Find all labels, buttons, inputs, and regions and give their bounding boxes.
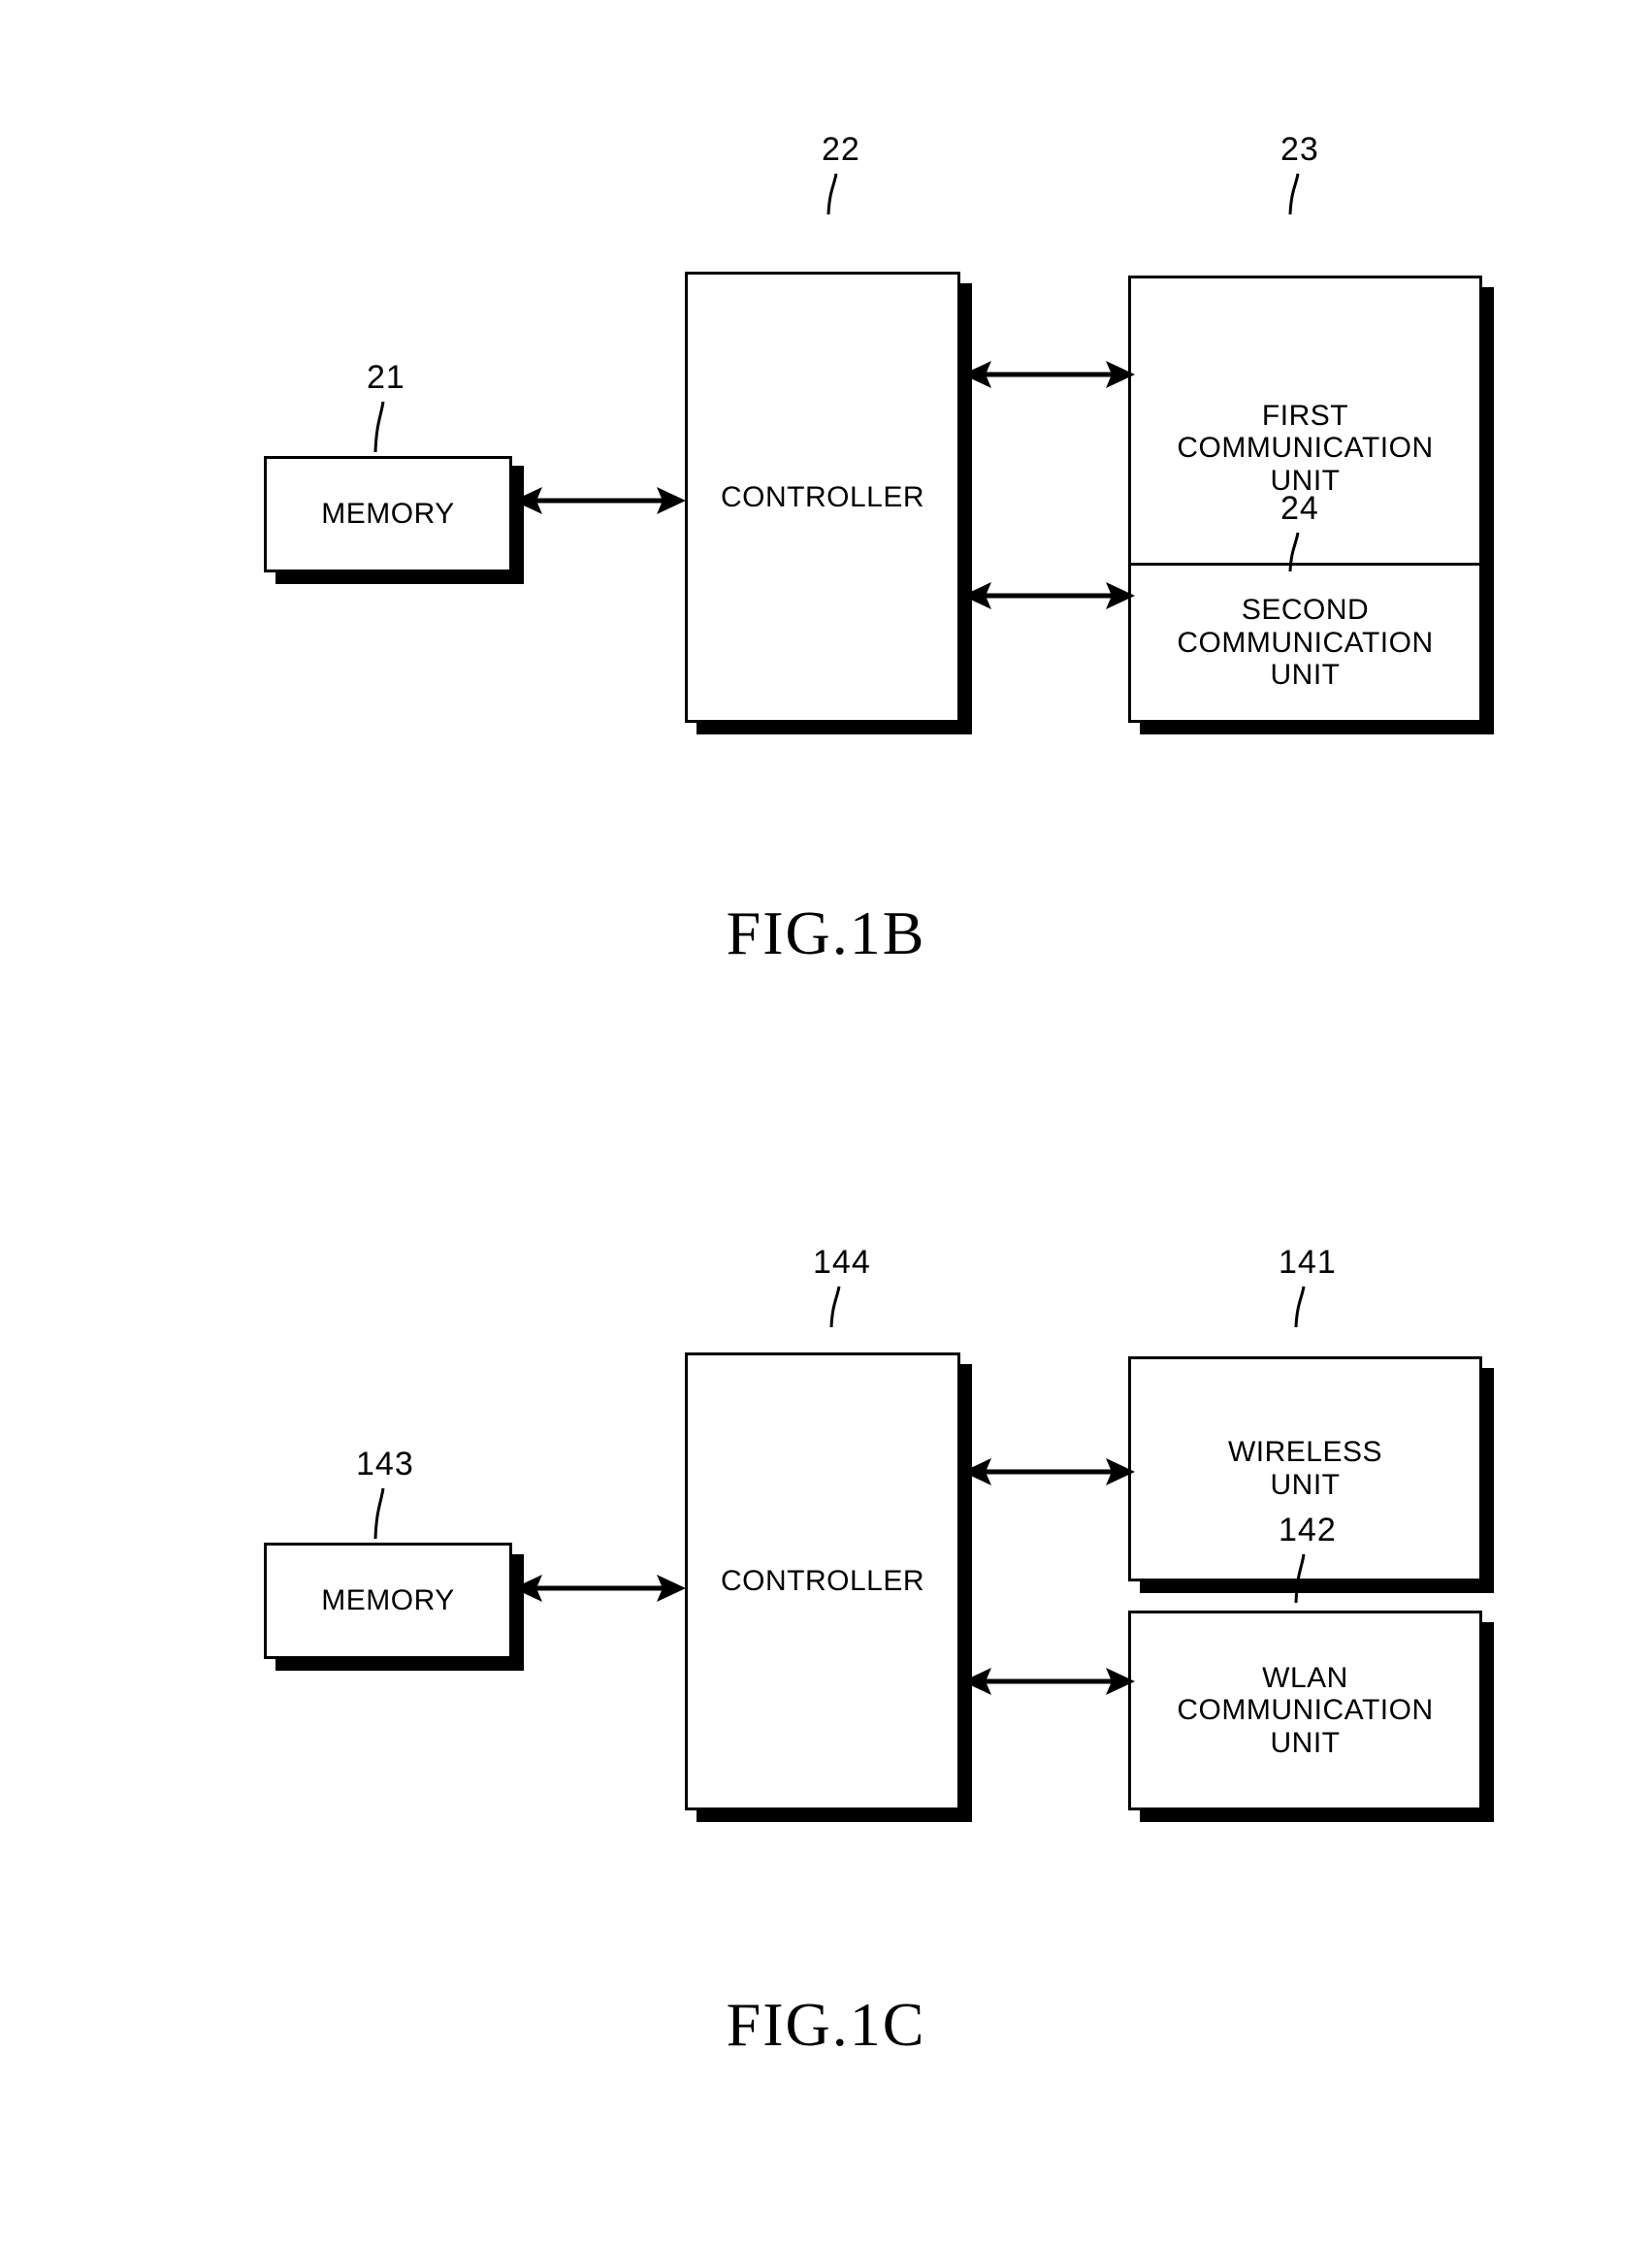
leader-line-22 [826,173,838,215]
figure-1b-caption: FIG.1B [726,898,926,967]
wlan-communication-unit-block[interactable]: WLAN COMMUNICATION UNIT [1128,1611,1482,1810]
connector-controller-second-communication-unit [962,582,1135,609]
figure-1b: 22 23 21 24 CONTROLLER MEMORY FIRST COMM… [0,0,1652,1067]
leader-line-141 [1294,1286,1306,1328]
figure-1c-caption: FIG.1C [726,1990,926,2059]
controller-block[interactable]: CONTROLLER [685,272,960,723]
reference-numeral-23: 23 [1280,131,1319,168]
controller-block-shadow-bottom-c [696,1810,972,1822]
wlan-communication-unit-label: WLAN COMMUNICATION UNIT [1177,1661,1434,1759]
connector-memory-controller-c [513,1575,686,1602]
connector-controller-wlan-communication-unit [962,1668,1135,1695]
reference-numeral-141: 141 [1279,1244,1337,1281]
leader-line-142 [1294,1553,1306,1604]
patent-figure-sheet: 22 23 21 24 CONTROLLER MEMORY FIRST COMM… [0,0,1652,2247]
memory-block-c[interactable]: MEMORY [264,1543,512,1659]
second-communication-unit-label: SECOND COMMUNICATION UNIT [1177,594,1434,692]
reference-numeral-22: 22 [822,131,860,168]
reference-numeral-21: 21 [367,359,405,396]
reference-numeral-142: 142 [1279,1512,1337,1548]
first-communication-unit-label: FIRST COMMUNICATION UNIT [1177,399,1434,497]
memory-block-shadow-bottom-c [275,1659,524,1671]
controller-block-label: CONTROLLER [720,480,925,513]
connector-controller-wireless-unit [962,1458,1135,1485]
memory-block-label-c: MEMORY [321,1584,455,1617]
second-communication-unit-shadow-bottom [1140,723,1494,734]
wireless-unit-shadow-right [1482,1368,1494,1593]
connector-memory-controller [513,487,686,514]
second-communication-unit-block[interactable]: SECOND COMMUNICATION UNIT [1128,563,1482,723]
figure-1c: 144 141 143 142 CONTROLLER MEMORY WIRELE… [0,1125,1652,2247]
reference-numeral-24: 24 [1280,490,1319,527]
wlan-communication-unit-shadow-right [1482,1622,1494,1822]
leader-line-23 [1288,173,1300,215]
controller-block-shadow-right-c [960,1364,972,1822]
memory-block-label: MEMORY [321,498,455,531]
controller-block-label-c: CONTROLLER [720,1565,925,1598]
leader-line-24 [1288,532,1300,572]
leader-line-21 [373,401,385,453]
memory-block[interactable]: MEMORY [264,456,512,572]
leader-line-143 [373,1487,385,1540]
reference-numeral-144: 144 [813,1244,871,1281]
connector-controller-first-communication-unit [962,361,1135,388]
controller-block-shadow-bottom [696,723,972,734]
second-communication-unit-shadow-right [1482,574,1494,734]
memory-block-shadow-bottom [275,572,524,584]
wireless-unit-label: WIRELESS UNIT [1227,1436,1383,1501]
wlan-communication-unit-shadow-bottom [1140,1810,1494,1822]
reference-numeral-143: 143 [356,1446,414,1482]
leader-line-144 [829,1286,841,1328]
controller-block-c[interactable]: CONTROLLER [685,1352,960,1810]
